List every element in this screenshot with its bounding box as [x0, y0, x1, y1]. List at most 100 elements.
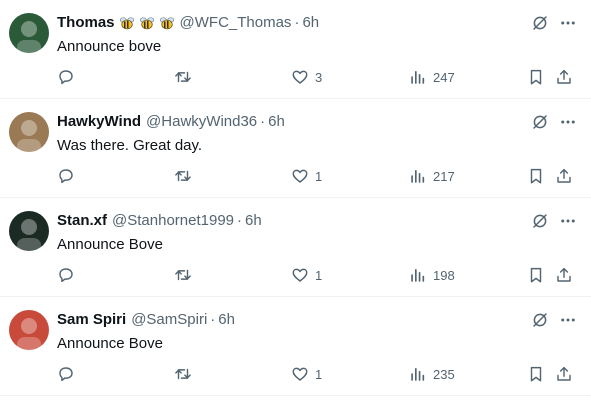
views-button[interactable]: 247: [409, 66, 455, 88]
separator-dot: ·: [260, 113, 266, 130]
avatar-image: [9, 13, 49, 53]
share-button[interactable]: [555, 66, 573, 88]
bookmark-button[interactable]: [527, 66, 545, 88]
share-icon: [557, 366, 571, 381]
user-handle[interactable]: @HawkyWind36: [146, 113, 257, 131]
views-button[interactable]: 198: [409, 264, 455, 286]
views-icon: [411, 269, 425, 282]
bookmark-icon: [530, 168, 542, 184]
tweet-header: HawkyWind @HawkyWind36 · 6h: [57, 113, 285, 131]
more-icon[interactable]: [559, 212, 577, 230]
retweet-button[interactable]: [174, 363, 198, 385]
bee-emoji-icon: [139, 17, 154, 30]
more-icon[interactable]: [559, 113, 577, 131]
reply-button[interactable]: [57, 363, 81, 385]
bee-emoji-icon: [159, 17, 174, 30]
tweet-actions: 1 217: [57, 165, 577, 187]
grok-icon[interactable]: [531, 311, 549, 329]
tweet[interactable]: Thomas @WFC_Thomas · 6h Announce bove 3 …: [0, 0, 591, 99]
avatar-image: [9, 112, 49, 152]
like-button[interactable]: 1: [291, 363, 322, 385]
tweet[interactable]: Stan.xf @Stanhornet1999 · 6h Announce Bo…: [0, 198, 591, 297]
user-handle[interactable]: @SamSpiri: [131, 311, 207, 329]
timestamp[interactable]: 6h: [302, 14, 319, 32]
reply-button[interactable]: [57, 66, 81, 88]
name-badges: [116, 14, 176, 32]
like-icon: [292, 169, 308, 183]
grok-icon[interactable]: [531, 113, 549, 131]
retweet-icon: [175, 269, 191, 281]
like-icon: [292, 268, 308, 282]
retweet-icon: [175, 368, 191, 380]
bookmark-button[interactable]: [527, 264, 545, 286]
bookmark-button[interactable]: [527, 165, 545, 187]
separator-dot: ·: [210, 311, 216, 328]
display-name[interactable]: HawkyWind: [57, 113, 141, 131]
like-button[interactable]: 1: [291, 264, 322, 286]
view-count: 198: [433, 267, 455, 283]
tweet-text: Announce Bove: [57, 335, 163, 352]
like-count: 1: [315, 366, 323, 382]
views-icon: [411, 170, 425, 183]
bookmark-icon: [530, 267, 542, 283]
display-name[interactable]: Sam Spiri: [57, 311, 126, 329]
tweet-top-actions: [521, 113, 577, 131]
share-icon: [557, 168, 571, 183]
reply-button[interactable]: [57, 264, 81, 286]
bookmark-icon: [530, 366, 542, 382]
tweet-top-actions: [521, 311, 577, 329]
reply-timeline: Thomas @WFC_Thomas · 6h Announce bove 3 …: [0, 0, 591, 402]
avatar[interactable]: [9, 211, 49, 251]
like-button[interactable]: 3: [291, 66, 322, 88]
like-icon: [292, 70, 308, 84]
like-button[interactable]: 1: [291, 165, 322, 187]
avatar[interactable]: [9, 310, 49, 350]
tweet-text: Announce bove: [57, 38, 162, 55]
timestamp[interactable]: 6h: [245, 212, 262, 230]
tweet-actions: 1 198: [57, 264, 577, 286]
avatar-image: [9, 310, 49, 350]
retweet-button[interactable]: [174, 264, 198, 286]
views-button[interactable]: 235: [409, 363, 455, 385]
share-button[interactable]: [555, 264, 573, 286]
reply-button[interactable]: [57, 165, 81, 187]
reply-icon: [59, 169, 73, 184]
more-icon[interactable]: [559, 311, 577, 329]
display-name[interactable]: Stan.xf: [57, 212, 107, 230]
retweet-icon: [175, 170, 191, 182]
views-icon: [411, 71, 425, 84]
display-name[interactable]: Thomas: [57, 14, 115, 32]
bee-emoji-icon: [119, 17, 134, 30]
avatar[interactable]: [9, 13, 49, 53]
grok-icon[interactable]: [531, 212, 549, 230]
tweet-header: Stan.xf @Stanhornet1999 · 6h: [57, 212, 262, 230]
views-button[interactable]: 217: [409, 165, 455, 187]
share-button[interactable]: [555, 165, 573, 187]
like-count: 1: [315, 168, 323, 184]
reply-icon: [59, 70, 73, 85]
like-icon: [292, 367, 308, 381]
like-count: 1: [315, 267, 323, 283]
tweet-top-actions: [521, 212, 577, 230]
user-handle[interactable]: @Stanhornet1999: [112, 212, 234, 230]
retweet-button[interactable]: [174, 165, 198, 187]
reply-icon: [59, 367, 73, 382]
tweet[interactable]: Sam Spiri @SamSpiri · 6h Announce Bove 1…: [0, 297, 591, 396]
share-button[interactable]: [555, 363, 573, 385]
view-count: 247: [433, 69, 455, 85]
grok-icon[interactable]: [531, 14, 549, 32]
bookmark-button[interactable]: [527, 363, 545, 385]
tweet-text: Announce Bove: [57, 236, 163, 253]
bookmark-icon: [530, 69, 542, 85]
user-handle[interactable]: @WFC_Thomas: [180, 14, 292, 32]
tweet-text: Was there. Great day.: [57, 137, 203, 154]
separator-dot: ·: [237, 212, 243, 229]
more-icon[interactable]: [559, 14, 577, 32]
retweet-button[interactable]: [174, 66, 198, 88]
tweet[interactable]: HawkyWind @HawkyWind36 · 6h Was there. G…: [0, 99, 591, 198]
timestamp[interactable]: 6h: [218, 311, 235, 329]
timestamp[interactable]: 6h: [268, 113, 285, 131]
view-count: 217: [433, 168, 455, 184]
avatar[interactable]: [9, 112, 49, 152]
retweet-icon: [175, 71, 191, 83]
